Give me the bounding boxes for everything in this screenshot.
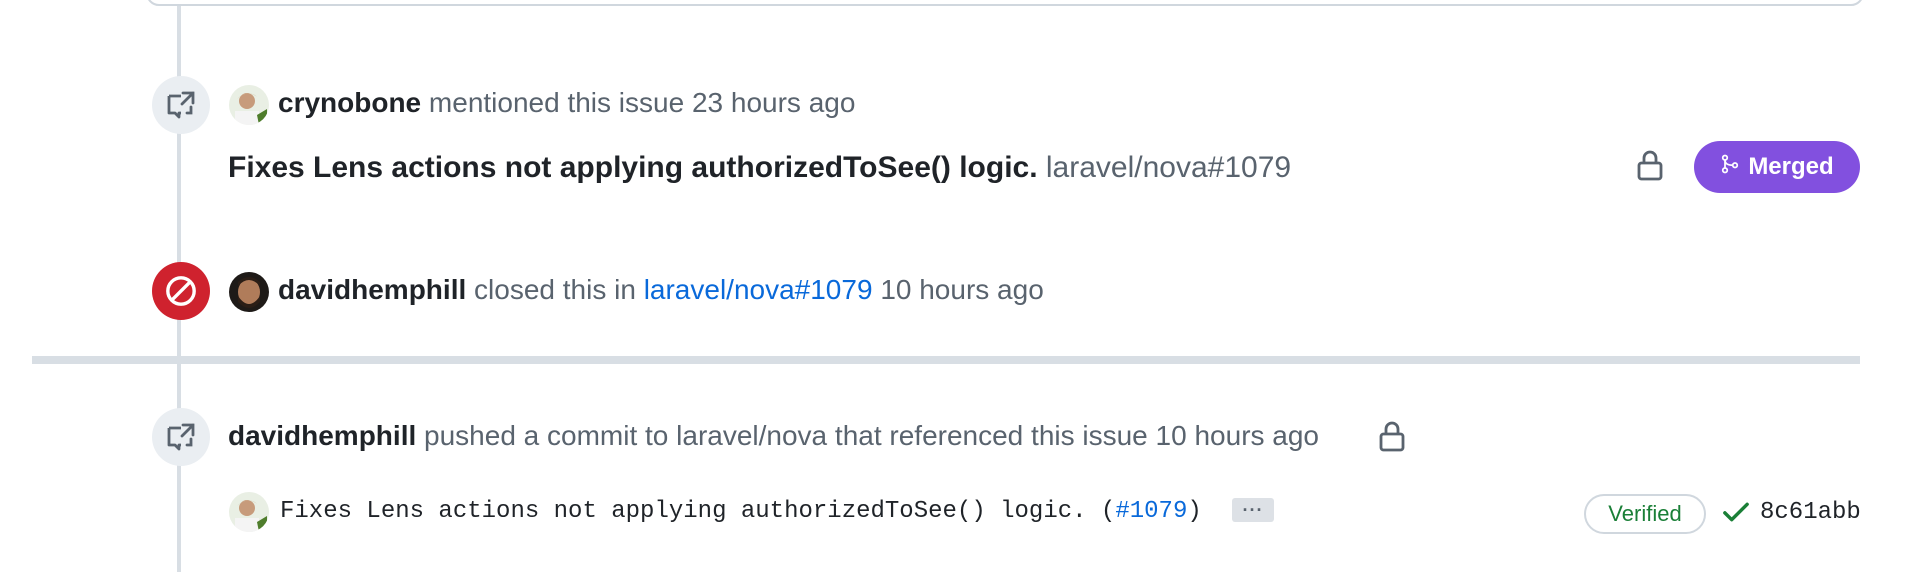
lock-icon (1636, 149, 1664, 186)
event-time[interactable]: 23 hours ago (692, 87, 855, 118)
commit-sha-link[interactable]: 8c61abb (1760, 498, 1861, 528)
event-time[interactable]: 10 hours ago (880, 274, 1043, 305)
closing-reference-link[interactable]: laravel/nova#1079 (644, 274, 873, 305)
check-icon (1722, 500, 1750, 529)
merged-status-badge: Merged (1694, 141, 1860, 193)
cross-reference-icon (152, 408, 210, 466)
closed-event-header: davidhemphill closed this in laravel/nov… (278, 272, 1044, 308)
expand-commit-button[interactable]: ··· (1232, 498, 1274, 522)
avatar[interactable] (229, 272, 269, 312)
avatar[interactable] (229, 85, 269, 125)
cross-reference-icon (152, 76, 210, 134)
previous-comment-card (146, 0, 1864, 6)
event-action: closed this in (474, 274, 636, 305)
referenced-pr-title[interactable]: Fixes Lens actions not applying authoriz… (228, 151, 1038, 184)
author-link[interactable]: davidhemphill (228, 420, 416, 451)
author-link[interactable]: davidhemphill (278, 274, 466, 305)
mention-event-header: crynobone mentioned this issue 23 hours … (278, 85, 855, 121)
referenced-pr: Fixes Lens actions not applying authoriz… (228, 148, 1291, 188)
commit-message-end: ) (1187, 498, 1202, 525)
circle-slash-icon (152, 262, 210, 320)
merged-label: Merged (1748, 153, 1834, 180)
event-action: mentioned this issue (428, 87, 685, 118)
verified-badge[interactable]: Verified (1584, 494, 1706, 534)
commit-message-link[interactable]: Fixes Lens actions not applying authoriz… (280, 498, 1115, 525)
timeline-divider (32, 356, 1860, 364)
lock-icon (1378, 420, 1406, 457)
avatar[interactable] (229, 492, 269, 532)
commit-pr-link[interactable]: #1079 (1115, 498, 1187, 525)
event-time[interactable]: 10 hours ago (1156, 420, 1319, 451)
git-merge-icon (1720, 153, 1740, 182)
timeline-line (177, 364, 181, 572)
referenced-pr-ref[interactable]: laravel/nova#1079 (1046, 151, 1291, 184)
commit-message: Fixes Lens actions not applying authoriz… (280, 497, 1202, 527)
event-action: pushed a commit to laravel/nova that ref… (424, 420, 1148, 451)
commit-event-header: davidhemphill pushed a commit to laravel… (228, 418, 1319, 454)
author-link[interactable]: crynobone (278, 87, 421, 118)
